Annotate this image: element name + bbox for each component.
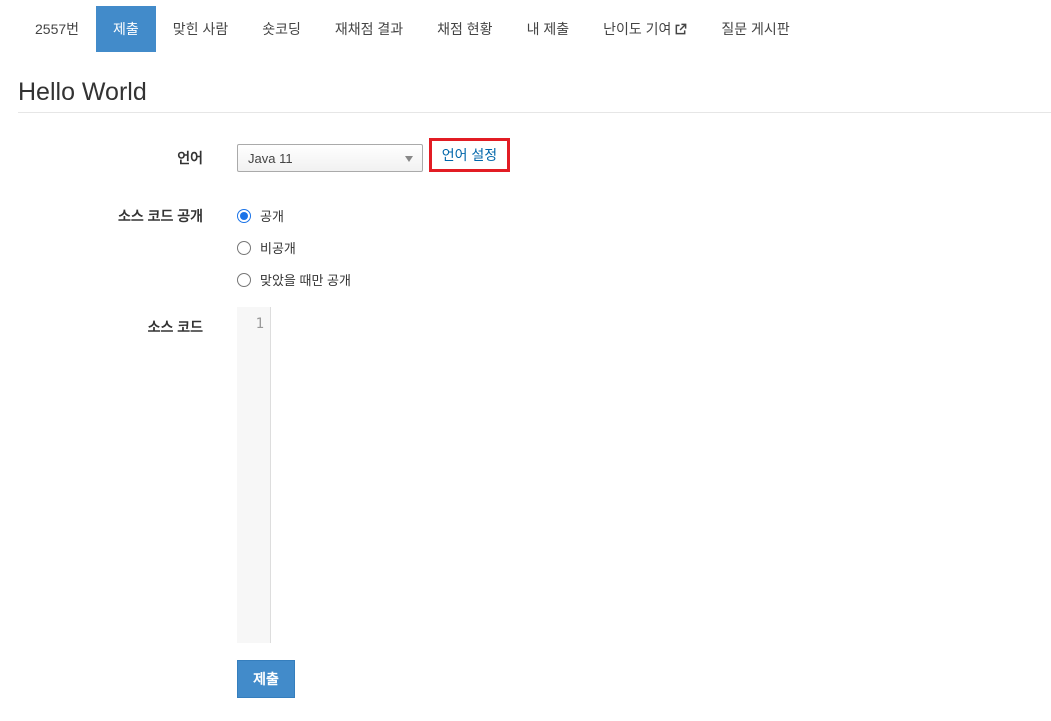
radio-label: 공개 bbox=[260, 209, 284, 224]
code-editor: 1 bbox=[237, 307, 1051, 643]
tab-accepted-users[interactable]: 맞힌 사람 bbox=[156, 6, 245, 52]
tab-label: 질문 게시판 bbox=[721, 21, 790, 37]
page-title: Hello World bbox=[18, 78, 147, 106]
language-select[interactable]: Java 11 bbox=[237, 144, 423, 172]
visibility-label: 소스 코드 공개 bbox=[117, 208, 203, 224]
title-divider bbox=[18, 112, 1051, 113]
visibility-option-accepted-only[interactable]: 맞았을 때만 공개 bbox=[237, 270, 351, 289]
visibility-option-public[interactable]: 공개 bbox=[237, 206, 284, 225]
language-selected-value: Java 11 bbox=[248, 151, 293, 166]
source-code-label: 소스 코드 bbox=[147, 319, 203, 335]
tab-short-coding[interactable]: 숏코딩 bbox=[245, 6, 318, 52]
tab-problem-number[interactable]: 2557번 bbox=[18, 6, 96, 52]
radio-label: 맞았을 때만 공개 bbox=[260, 273, 351, 288]
tab-label: 제출 bbox=[113, 21, 139, 37]
tab-my-submissions[interactable]: 내 제출 bbox=[510, 6, 587, 52]
line-number: 1 bbox=[255, 316, 264, 332]
radio-label: 비공개 bbox=[260, 241, 296, 256]
radio-button[interactable] bbox=[237, 272, 251, 287]
visibility-option-private[interactable]: 비공개 bbox=[237, 238, 296, 257]
tab-rejudge-results[interactable]: 재채점 결과 bbox=[318, 6, 420, 52]
radio-button[interactable] bbox=[237, 240, 251, 255]
language-setting-link[interactable]: 언어 설정 bbox=[429, 138, 510, 172]
tab-label: 2557번 bbox=[35, 21, 80, 37]
tab-difficulty-contribution[interactable]: 난이도 기여 bbox=[586, 6, 704, 52]
tab-label: 재채점 결과 bbox=[334, 21, 404, 37]
tab-judge-status[interactable]: 채점 현황 bbox=[420, 6, 509, 52]
language-setting-label: 언어 설정 bbox=[441, 147, 498, 163]
radio-button[interactable] bbox=[237, 208, 251, 223]
problem-nav-tabs: 2557번 제출 맞힌 사람 숏코딩 재채점 결과 채점 현황 내 제출 난이도… bbox=[18, 6, 807, 52]
tab-label: 숏코딩 bbox=[262, 21, 301, 37]
tab-label: 난이도 기여 bbox=[603, 21, 672, 37]
submit-button[interactable]: 제출 bbox=[237, 660, 295, 698]
tab-label: 채점 현황 bbox=[437, 21, 493, 37]
language-label: 언어 bbox=[177, 150, 203, 166]
external-link-icon bbox=[675, 23, 687, 34]
tab-question-board[interactable]: 질문 게시판 bbox=[704, 6, 806, 52]
chevron-down-icon bbox=[405, 156, 413, 162]
tab-label: 내 제출 bbox=[526, 21, 570, 37]
code-input-area[interactable] bbox=[272, 307, 1051, 643]
tab-submit[interactable]: 제출 bbox=[96, 6, 156, 52]
tab-label: 맞힌 사람 bbox=[172, 21, 229, 37]
editor-gutter: 1 bbox=[237, 307, 271, 643]
